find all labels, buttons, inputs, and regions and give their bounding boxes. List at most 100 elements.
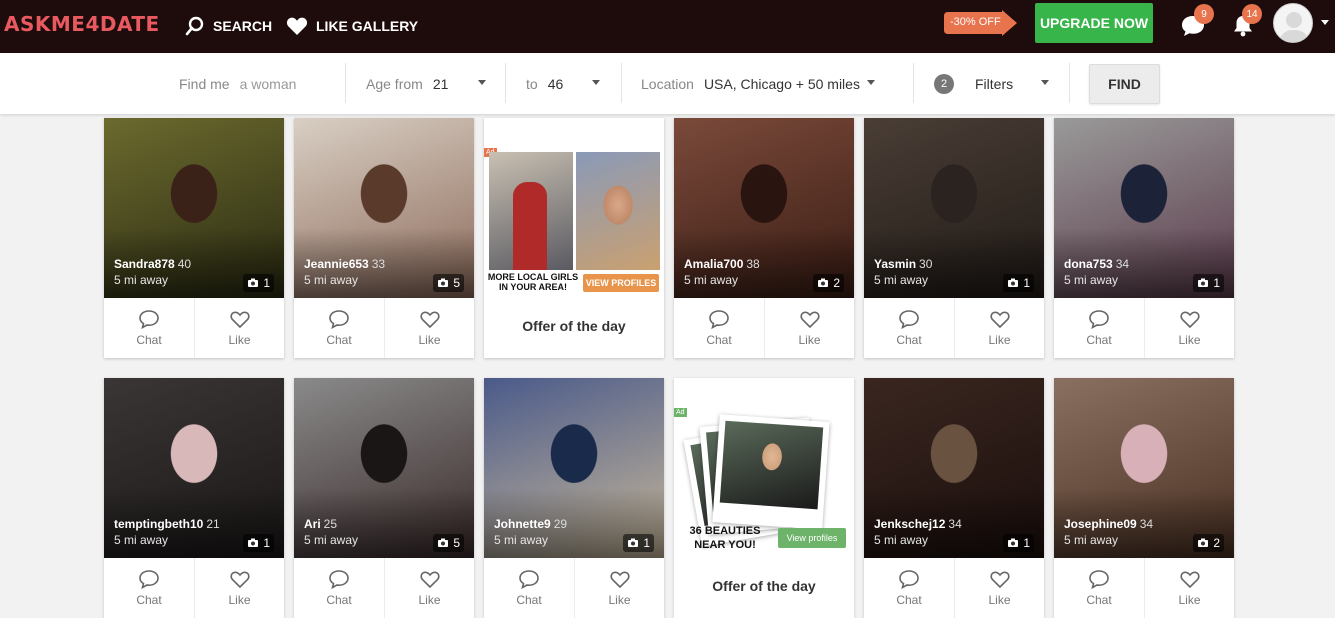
chat-bubble-icon <box>329 570 349 589</box>
search-nav-link[interactable]: SEARCH <box>185 14 272 38</box>
notifications-button[interactable]: 14 <box>1232 4 1262 38</box>
photo-count-badge: 2 <box>813 274 844 292</box>
profile-age: 33 <box>371 257 386 271</box>
profile-photo[interactable]: temptingbeth10 21 5 mi away 1 <box>104 378 284 558</box>
chat-button[interactable]: Chat <box>294 298 384 358</box>
like-button[interactable]: Like <box>384 558 474 618</box>
profile-card[interactable]: Sandra878 40 5 mi away 1 Chat Like <box>104 118 284 358</box>
photo-count-badge: 5 <box>433 534 464 552</box>
heart-icon <box>799 311 820 329</box>
chat-label: Chat <box>1086 333 1112 347</box>
profile-photo[interactable]: Josephine09 34 5 mi away 2 <box>1054 378 1234 558</box>
user-silhouette-icon <box>1279 12 1309 42</box>
chat-button[interactable]: Chat <box>484 558 574 618</box>
ad-photo-right <box>576 152 660 270</box>
profile-card[interactable]: Ari 25 5 mi away 5 Chat Like <box>294 378 474 618</box>
filters-label: Filters <box>975 75 1014 92</box>
profile-age: 34 <box>1115 257 1130 271</box>
heart-icon <box>989 311 1010 329</box>
like-button[interactable]: Like <box>194 298 284 358</box>
filters-dropdown[interactable]: 2 Filters <box>934 53 1054 114</box>
profile-card[interactable]: Johnette9 29 5 mi away 1 Chat Like <box>484 378 664 618</box>
profile-card[interactable]: dona753 34 5 mi away 1 Chat Like <box>1054 118 1234 358</box>
camera-icon <box>438 278 449 287</box>
profile-name: Jenkschej12 34 <box>874 517 962 531</box>
profile-photo[interactable]: Yasmin 30 5 mi away 1 <box>864 118 1044 298</box>
chat-bubble-icon <box>899 570 919 589</box>
like-button[interactable]: Like <box>194 558 284 618</box>
profile-photo[interactable]: Ari 25 5 mi away 5 <box>294 378 474 558</box>
profile-distance: 5 mi away <box>874 273 929 287</box>
chat-button[interactable]: Chat <box>1054 298 1144 358</box>
ad-card-beauties[interactable]: Ad 36 BEAUTIES NEAR YOU! View profiles Offer… <box>674 378 854 618</box>
profile-card[interactable]: temptingbeth10 21 5 mi away 1 Chat Like <box>104 378 284 618</box>
messages-button[interactable]: 9 <box>1180 4 1214 38</box>
card-actions: Chat Like <box>104 298 284 358</box>
card-actions: Chat Like <box>674 298 854 358</box>
discount-badge[interactable]: -30% OFF <box>944 10 1017 36</box>
like-button[interactable]: Like <box>954 558 1044 618</box>
upgrade-now-button[interactable]: UPGRADE NOW <box>1035 3 1153 43</box>
location-select[interactable]: Location USA, Chicago + 50 miles <box>641 53 881 114</box>
find-me-select[interactable]: Find me a woman <box>179 53 339 114</box>
find-button[interactable]: FIND <box>1089 64 1160 104</box>
profile-username: temptingbeth10 <box>114 517 204 531</box>
card-actions: Chat Like <box>1054 298 1234 358</box>
photo-count: 1 <box>1213 276 1220 290</box>
profile-photo[interactable]: Jeannie653 33 5 mi away 5 <box>294 118 474 298</box>
age-to-select[interactable]: to 46 <box>526 53 606 114</box>
profile-name: dona753 34 <box>1064 257 1129 271</box>
like-button[interactable]: Like <box>1144 298 1234 358</box>
profile-card[interactable]: Josephine09 34 5 mi away 2 Chat Like <box>1054 378 1234 618</box>
like-label: Like <box>228 333 251 347</box>
card-actions: Chat Like <box>294 558 474 618</box>
profile-age: 34 <box>1139 517 1154 531</box>
chat-button[interactable]: Chat <box>294 558 384 618</box>
account-menu-caret[interactable] <box>1321 20 1329 25</box>
chat-button[interactable]: Chat <box>1054 558 1144 618</box>
profile-photo[interactable]: Johnette9 29 5 mi away 1 <box>484 378 664 558</box>
profile-name: Amalia700 38 <box>684 257 760 271</box>
chat-button[interactable]: Chat <box>104 298 194 358</box>
view-profiles-ad-button[interactable]: View profiles <box>778 528 846 548</box>
profile-distance: 5 mi away <box>684 273 739 287</box>
chat-button[interactable]: Chat <box>864 298 954 358</box>
like-button[interactable]: Like <box>384 298 474 358</box>
search-nav-label: SEARCH <box>213 18 273 34</box>
profile-name: Sandra878 40 <box>114 257 191 271</box>
age-to-value: 46 <box>547 75 564 92</box>
find-me-label: Find me <box>179 75 230 92</box>
profile-username: Josephine09 <box>1064 517 1137 531</box>
like-button[interactable]: Like <box>1144 558 1234 618</box>
like-label: Like <box>608 593 631 607</box>
chat-button[interactable]: Chat <box>864 558 954 618</box>
profile-photo[interactable]: Amalia700 38 5 mi away 2 <box>674 118 854 298</box>
profile-card[interactable]: Amalia700 38 5 mi away 2 Chat Like <box>674 118 854 358</box>
heart-icon <box>1179 311 1200 329</box>
age-from-select[interactable]: Age from 21 <box>366 53 490 114</box>
like-gallery-nav-link[interactable]: LIKE GALLERY <box>286 14 418 38</box>
polaroid-image <box>719 420 824 510</box>
like-button[interactable]: Like <box>764 298 854 358</box>
chat-label: Chat <box>1086 593 1112 607</box>
profile-photo[interactable]: Sandra878 40 5 mi away 1 <box>104 118 284 298</box>
user-avatar[interactable] <box>1273 3 1313 43</box>
like-button[interactable]: Like <box>574 558 664 618</box>
profile-name: temptingbeth10 21 <box>114 517 220 531</box>
like-gallery-nav-label: LIKE GALLERY <box>316 18 419 34</box>
chat-button[interactable]: Chat <box>674 298 764 358</box>
profile-photo[interactable]: Jenkschej12 34 5 mi away 1 <box>864 378 1044 558</box>
profile-photo[interactable]: dona753 34 5 mi away 1 <box>1054 118 1234 298</box>
site-logo[interactable]: ASKME4DATE <box>4 12 160 36</box>
polaroid-photo <box>712 414 830 530</box>
chat-button[interactable]: Chat <box>104 558 194 618</box>
card-actions: Chat Like <box>864 298 1044 358</box>
view-profiles-ad-button[interactable]: VIEW PROFILES <box>583 274 659 292</box>
divider <box>913 63 914 103</box>
chat-label: Chat <box>896 333 922 347</box>
profile-card[interactable]: Jeannie653 33 5 mi away 5 Chat Like <box>294 118 474 358</box>
profile-card[interactable]: Yasmin 30 5 mi away 1 Chat Like <box>864 118 1044 358</box>
ad-card-local-girls[interactable]: AdMORE LOCAL GIRLS IN YOUR AREA!VIEW PRO… <box>484 118 664 358</box>
like-button[interactable]: Like <box>954 298 1044 358</box>
profile-card[interactable]: Jenkschej12 34 5 mi away 1 Chat Like <box>864 378 1044 618</box>
